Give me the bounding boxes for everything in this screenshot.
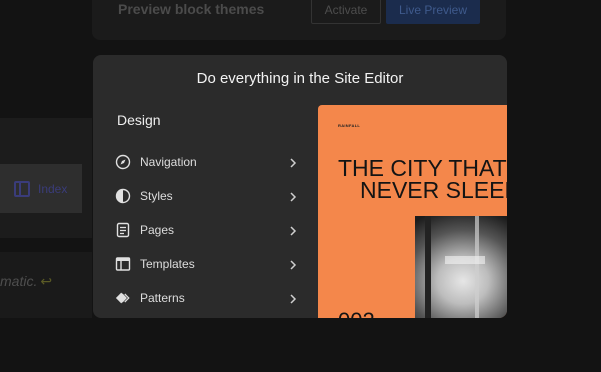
preview-headline-line1: THE CITY THAT bbox=[338, 155, 507, 181]
index-item[interactable]: Index bbox=[0, 164, 82, 213]
chevron-right-icon bbox=[289, 189, 297, 207]
photo-detail bbox=[425, 216, 431, 318]
menu-item-label: Pages bbox=[140, 223, 175, 237]
menu-item-label: Patterns bbox=[140, 291, 185, 305]
index-label: Index bbox=[38, 181, 68, 196]
background-italic-text: matic. ↩ bbox=[0, 273, 52, 290]
theme-card-title: Preview block themes bbox=[118, 1, 265, 17]
italic-text: matic. bbox=[0, 273, 38, 289]
chevron-right-icon bbox=[289, 155, 297, 173]
compass-icon bbox=[115, 154, 131, 170]
chevron-right-icon bbox=[289, 223, 297, 241]
return-arrow-icon: ↩ bbox=[40, 273, 53, 289]
theme-preview-image: RAINFALL THE CITY THAT NEVER SLEEPS 002 bbox=[318, 105, 507, 318]
menu-item-label: Navigation bbox=[140, 155, 197, 169]
menu-item-navigation[interactable]: Navigation bbox=[115, 145, 297, 179]
design-heading: Design bbox=[117, 112, 161, 128]
page-icon bbox=[115, 222, 131, 238]
menu-item-templates[interactable]: Templates bbox=[115, 247, 297, 281]
photo-detail bbox=[475, 216, 479, 318]
menu-item-patterns[interactable]: Patterns bbox=[115, 281, 297, 315]
half-circle-icon bbox=[115, 188, 131, 204]
menu-item-label: Templates bbox=[140, 257, 195, 271]
design-menu: Navigation Styles Pages Templates Patter… bbox=[115, 145, 297, 315]
layout-icon bbox=[14, 180, 30, 197]
photo-detail bbox=[445, 256, 485, 264]
site-editor-modal: Do everything in the Site Editor Design … bbox=[93, 55, 507, 318]
live-preview-button[interactable]: Live Preview bbox=[386, 0, 480, 24]
diamond-icon bbox=[115, 290, 131, 306]
chevron-right-icon bbox=[289, 257, 297, 275]
preview-brand: RAINFALL bbox=[338, 123, 361, 128]
menu-item-styles[interactable]: Styles bbox=[115, 179, 297, 213]
activate-button[interactable]: Activate bbox=[311, 0, 381, 24]
preview-headline: THE CITY THAT NEVER SLEEPS bbox=[338, 155, 507, 203]
layout-icon bbox=[115, 256, 131, 272]
menu-item-pages[interactable]: Pages bbox=[115, 213, 297, 247]
preview-headline-line2: NEVER SLEEPS bbox=[360, 177, 507, 203]
preview-photo bbox=[415, 216, 507, 318]
chevron-right-icon bbox=[289, 291, 297, 309]
preview-number: 002 bbox=[338, 308, 375, 318]
modal-title: Do everything in the Site Editor bbox=[196, 70, 404, 87]
menu-item-label: Styles bbox=[140, 189, 173, 203]
